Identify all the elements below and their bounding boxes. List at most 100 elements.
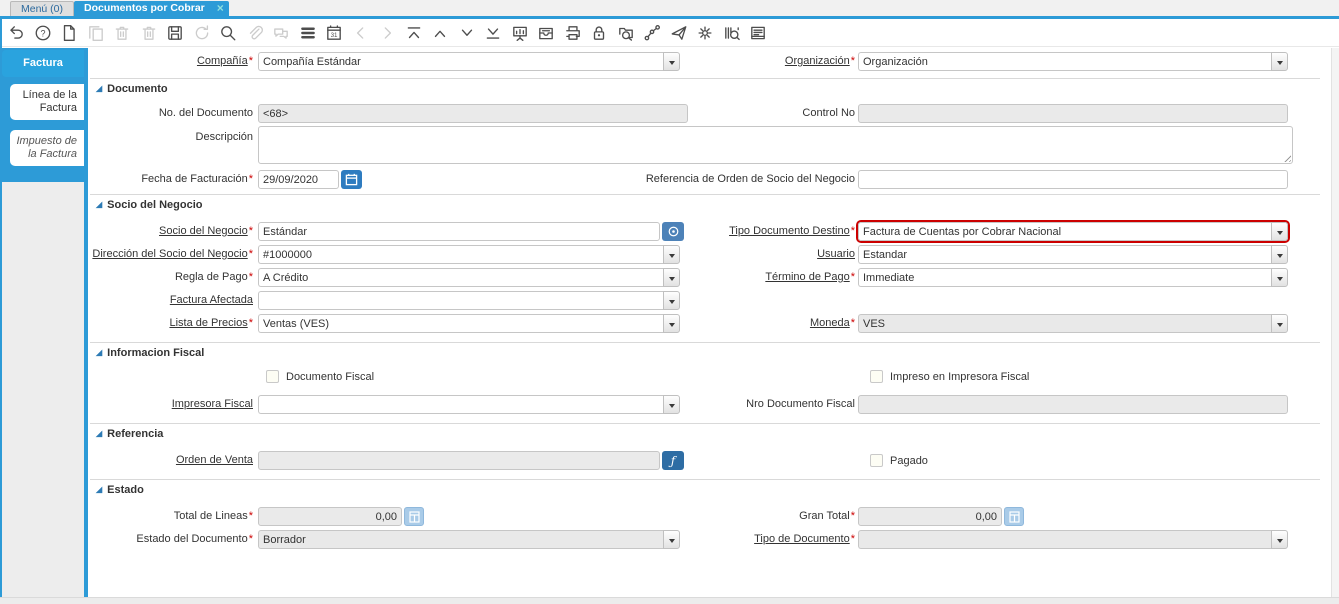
section-referencia[interactable]: ◢ Referencia [96, 427, 163, 440]
undo-icon[interactable] [7, 24, 25, 42]
moneda-input[interactable] [858, 314, 1271, 333]
documento-fiscal-checkbox[interactable] [266, 370, 279, 383]
gran-total-calculator-button[interactable] [1004, 507, 1024, 526]
compania-combo[interactable] [258, 52, 680, 71]
referencia-orden-input[interactable] [858, 170, 1288, 189]
regla-pago-input[interactable] [258, 268, 663, 287]
factura-afectada-input[interactable] [258, 291, 663, 310]
calendar-button[interactable] [341, 170, 362, 189]
tipo-doc-destino-input[interactable] [858, 222, 1271, 241]
fecha-facturacion-input[interactable] [258, 170, 339, 189]
lista-precios-label[interactable]: Lista de Precios* [88, 314, 253, 332]
impresora-fiscal-label[interactable]: Impresora Fiscal [88, 395, 253, 413]
product-info-icon[interactable] [723, 24, 741, 42]
organizacion-label[interactable]: Organización* [626, 52, 855, 70]
tab-menu[interactable]: Menú (0) [10, 1, 75, 17]
factura-afectada-label[interactable]: Factura Afectada [88, 291, 253, 309]
previous-record-icon[interactable] [431, 24, 449, 42]
save-icon[interactable] [166, 24, 184, 42]
usuario-input[interactable] [858, 245, 1271, 264]
first-record-icon[interactable] [405, 24, 423, 42]
usuario-combo[interactable] [858, 245, 1288, 264]
estado-documento-input[interactable] [258, 530, 663, 549]
compania-input[interactable] [258, 52, 663, 71]
section-estado[interactable]: ◢ Estado [96, 483, 144, 496]
report-icon[interactable] [511, 24, 529, 42]
chevron-down-icon[interactable] [1271, 530, 1288, 549]
tab-sidebar: Factura Línea de la Factura Impuesto de … [2, 48, 84, 597]
collapse-icon[interactable]: ◢ [96, 429, 102, 438]
collapse-icon[interactable]: ◢ [96, 84, 102, 93]
estado-documento-combo[interactable] [258, 530, 680, 549]
new-record-icon[interactable] [60, 24, 78, 42]
organizacion-input[interactable] [858, 52, 1271, 71]
socio-field[interactable] [258, 222, 660, 241]
tipo-documento-combo[interactable] [858, 530, 1288, 549]
collapse-icon[interactable]: ◢ [96, 485, 102, 494]
lista-precios-combo[interactable] [258, 314, 680, 333]
preferences-icon[interactable] [696, 24, 714, 42]
direccion-label[interactable]: Dirección del Socio del Negocio* [88, 245, 253, 263]
socio-input[interactable] [258, 222, 660, 241]
descripcion-textarea[interactable] [258, 126, 1293, 164]
chevron-down-icon[interactable] [1271, 222, 1288, 241]
compania-label[interactable]: Compañía* [88, 52, 253, 70]
tipo-doc-destino-combo[interactable] [858, 222, 1288, 241]
lista-precios-input[interactable] [258, 314, 663, 333]
close-icon[interactable]: × [217, 1, 224, 16]
zoom-across-icon[interactable] [617, 24, 635, 42]
impresora-fiscal-combo[interactable] [258, 395, 680, 414]
window-report-icon[interactable] [749, 24, 767, 42]
last-record-icon[interactable] [484, 24, 502, 42]
section-documento[interactable]: ◢ Documento [96, 82, 168, 95]
regla-pago-combo[interactable] [258, 268, 680, 287]
section-socio[interactable]: ◢ Socio del Negocio [96, 198, 203, 211]
referencia-orden-field[interactable] [858, 170, 1288, 189]
pagado-checkbox[interactable] [870, 454, 883, 467]
tipo-documento-label[interactable]: Tipo de Documento* [626, 530, 855, 548]
sidebar-tab-linea-factura[interactable]: Línea de la Factura [10, 84, 84, 120]
chevron-down-icon[interactable] [1271, 314, 1288, 333]
tipo-doc-destino-label[interactable]: Tipo Documento Destino* [626, 222, 855, 240]
termino-pago-input[interactable] [858, 268, 1271, 287]
workflow-icon[interactable] [643, 24, 661, 42]
find-icon[interactable] [219, 24, 237, 42]
section-fiscal[interactable]: ◢ Informacion Fiscal [96, 346, 204, 359]
termino-pago-combo[interactable] [858, 268, 1288, 287]
impreso-impresora-fiscal-checkbox[interactable] [870, 370, 883, 383]
sidebar-tab-factura[interactable]: Factura [2, 50, 84, 77]
collapse-icon[interactable]: ◢ [96, 200, 102, 209]
impresora-fiscal-input[interactable] [258, 395, 663, 414]
total-lineas-calculator-button[interactable] [404, 507, 424, 526]
chevron-down-icon[interactable] [1271, 52, 1288, 71]
direccion-input[interactable] [258, 245, 663, 264]
chevron-down-icon[interactable] [1271, 245, 1288, 264]
fecha-facturacion-field[interactable] [258, 170, 339, 189]
calendar-icon[interactable]: 31 [325, 24, 343, 42]
print-icon[interactable] [564, 24, 582, 42]
moneda-label[interactable]: Moneda* [626, 314, 855, 332]
moneda-combo[interactable] [858, 314, 1288, 333]
chevron-down-icon[interactable] [663, 291, 680, 310]
direccion-combo[interactable] [258, 245, 680, 264]
tab-documentos-por-cobrar[interactable]: Documentos por Cobrar × [74, 1, 229, 16]
chevron-down-icon[interactable] [1271, 268, 1288, 287]
socio-label[interactable]: Socio del Negocio* [88, 222, 253, 240]
lock-icon[interactable] [590, 24, 608, 42]
sidebar-tab-impuesto-factura[interactable]: Impuesto de la Factura [10, 130, 84, 166]
orden-venta-zoom-button[interactable]: ƒ [662, 451, 684, 470]
request-icon[interactable] [670, 24, 688, 42]
toggle-grid-icon[interactable] [299, 24, 317, 42]
termino-pago-label[interactable]: Término de Pago* [626, 268, 855, 286]
collapse-icon[interactable]: ◢ [96, 348, 102, 357]
usuario-label[interactable]: Usuario [626, 245, 855, 263]
vertical-scrollbar[interactable] [1331, 48, 1339, 597]
tipo-documento-input[interactable] [858, 530, 1271, 549]
help-icon[interactable]: ? [34, 24, 52, 42]
factura-afectada-combo[interactable] [258, 291, 680, 310]
organizacion-combo[interactable] [858, 52, 1288, 71]
orden-venta-label[interactable]: Orden de Venta [88, 451, 253, 469]
horizontal-scrollbar[interactable] [0, 597, 1339, 604]
archive-icon[interactable] [537, 24, 555, 42]
next-record-icon[interactable] [458, 24, 476, 42]
